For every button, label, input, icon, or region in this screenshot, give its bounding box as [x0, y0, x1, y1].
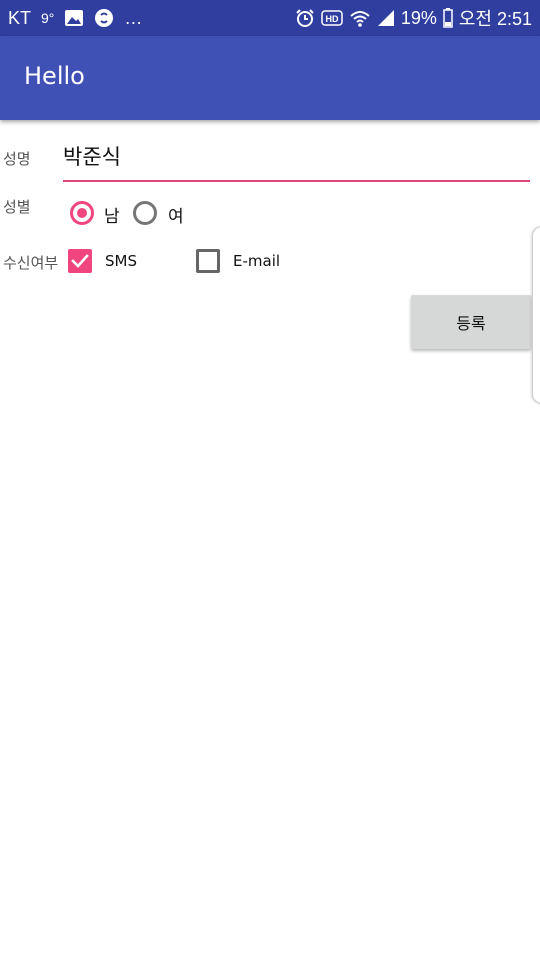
checkmark-icon	[71, 254, 89, 268]
app-title: Hello	[24, 62, 85, 90]
hd-icon: HD	[321, 10, 343, 26]
app-bar: Hello	[0, 36, 540, 120]
carrier-label: KT	[8, 7, 32, 28]
email-checkbox[interactable]	[196, 249, 220, 273]
sms-checkbox[interactable]	[68, 249, 92, 273]
wifi-icon	[349, 8, 371, 28]
status-bar: KT 9° … HD 19% 오전 2:51	[0, 0, 540, 36]
image-icon	[64, 9, 84, 27]
clock: 오전 2:51	[458, 9, 532, 29]
gender-male-radio[interactable]	[70, 201, 94, 225]
register-button[interactable]: 등록	[411, 295, 531, 349]
status-bar-right: HD 19% 오전 2:51	[295, 0, 532, 36]
name-field[interactable]	[63, 136, 530, 182]
email-label[interactable]: E-mail	[233, 252, 280, 270]
gender-label: 성별	[3, 198, 31, 216]
battery-icon	[443, 8, 453, 28]
gender-female-label[interactable]: 여	[168, 202, 184, 227]
receive-label: 수신여부	[3, 254, 59, 272]
name-label: 성명	[3, 150, 31, 168]
edge-panel-handle[interactable]	[532, 226, 540, 404]
status-bar-left: KT 9° …	[8, 0, 142, 36]
sms-label[interactable]: SMS	[105, 252, 137, 270]
radio-selected-dot	[77, 208, 87, 218]
gender-male-label[interactable]: 남	[104, 202, 120, 227]
battery-percent: 19%	[400, 7, 437, 28]
gender-female-radio[interactable]	[133, 201, 157, 225]
more-notifications: …	[124, 7, 143, 28]
notification-temperature: 9°	[41, 10, 55, 26]
shazam-icon	[94, 8, 114, 28]
alarm-icon	[295, 8, 315, 28]
svg-text:HD: HD	[325, 14, 338, 24]
signal-icon	[377, 9, 395, 27]
